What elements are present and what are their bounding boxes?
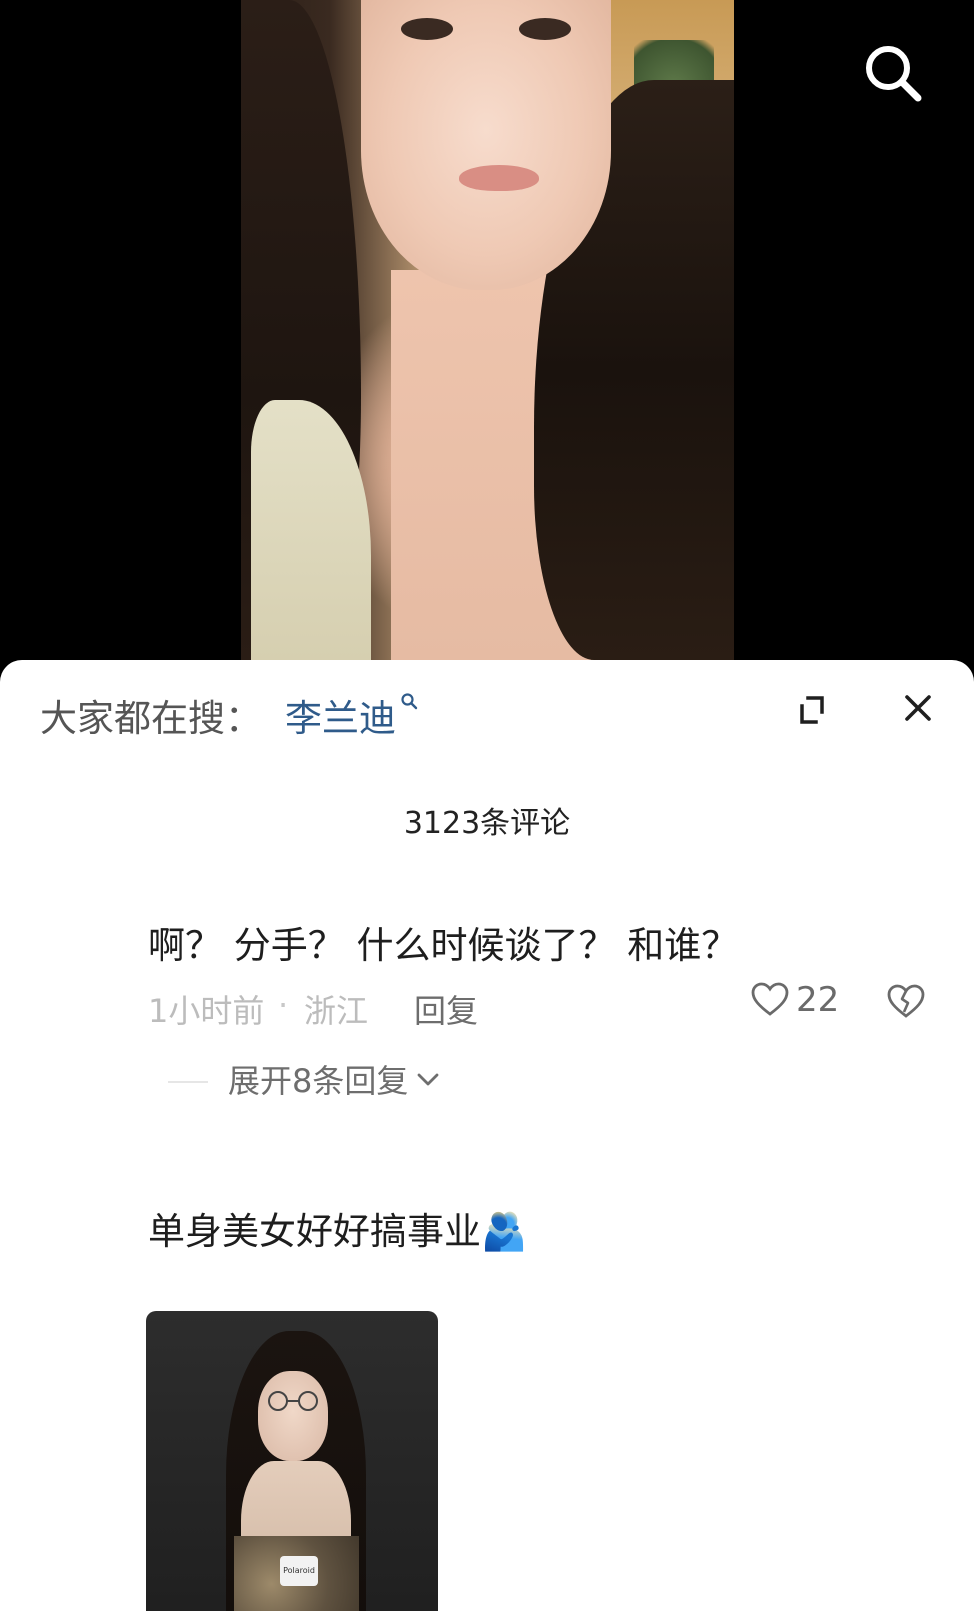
face	[361, 0, 611, 290]
like-button[interactable]: 22	[750, 980, 839, 1020]
heart-icon	[751, 982, 789, 1016]
expand-icon	[800, 696, 824, 724]
comment-text[interactable]: 单身美女好好搞事业🫂	[148, 1208, 938, 1256]
comments-panel: 大家都在搜： 李兰迪 3123条评论 啊？ 分手？ 什么时候谈了？ 和谁？ 1小	[0, 660, 974, 1611]
right-eye	[519, 18, 571, 40]
lips	[459, 165, 539, 191]
video-player[interactable]	[0, 0, 974, 660]
panel-header: 大家都在搜： 李兰迪	[0, 660, 974, 760]
comment-text[interactable]: 啊？ 分手？ 什么时候谈了？ 和谁？	[148, 922, 938, 970]
comment-item: 啊？ 分手？ 什么时候谈了？ 和谁？ 1小时前 · 浙江 回复 22	[148, 922, 938, 1030]
comment-item: 单身美女好好搞事业🫂	[148, 1208, 938, 1256]
reply-button[interactable]: 回复	[414, 986, 478, 1032]
comment-time: 1小时前	[148, 992, 265, 1030]
chevron-down-icon	[417, 1073, 439, 1086]
comment-meta: 1小时前 · 浙江 回复 22	[148, 980, 938, 1030]
left-eye	[401, 18, 453, 40]
hot-search-link[interactable]: 李兰迪	[285, 688, 418, 742]
search-icon	[866, 46, 922, 102]
expand-replies-label: 展开8条回复	[228, 1062, 409, 1100]
hot-search-label: 大家都在搜：	[40, 697, 262, 740]
video-frame	[241, 0, 734, 660]
comment-location: 浙江	[304, 992, 369, 1030]
expand-button[interactable]	[792, 690, 832, 730]
microphone-logo: Polaroid	[280, 1556, 318, 1586]
close-button[interactable]	[898, 688, 938, 728]
reply-divider-line	[168, 1081, 208, 1083]
image-face	[258, 1371, 328, 1461]
hot-search-term: 李兰迪	[285, 697, 396, 740]
expand-replies-button[interactable]: 展开8条回复	[228, 1056, 442, 1102]
close-icon	[905, 695, 931, 721]
glasses	[268, 1391, 318, 1411]
search-icon	[401, 693, 418, 710]
search-button[interactable]	[858, 38, 928, 108]
meta-separator: ·	[278, 986, 289, 1024]
dislike-button[interactable]	[886, 982, 926, 1030]
comment-image[interactable]: Polaroid	[146, 1311, 438, 1611]
comment-count: 3123条评论	[403, 806, 571, 841]
like-count: 22	[796, 980, 840, 1020]
broken-heart-icon	[887, 984, 925, 1018]
